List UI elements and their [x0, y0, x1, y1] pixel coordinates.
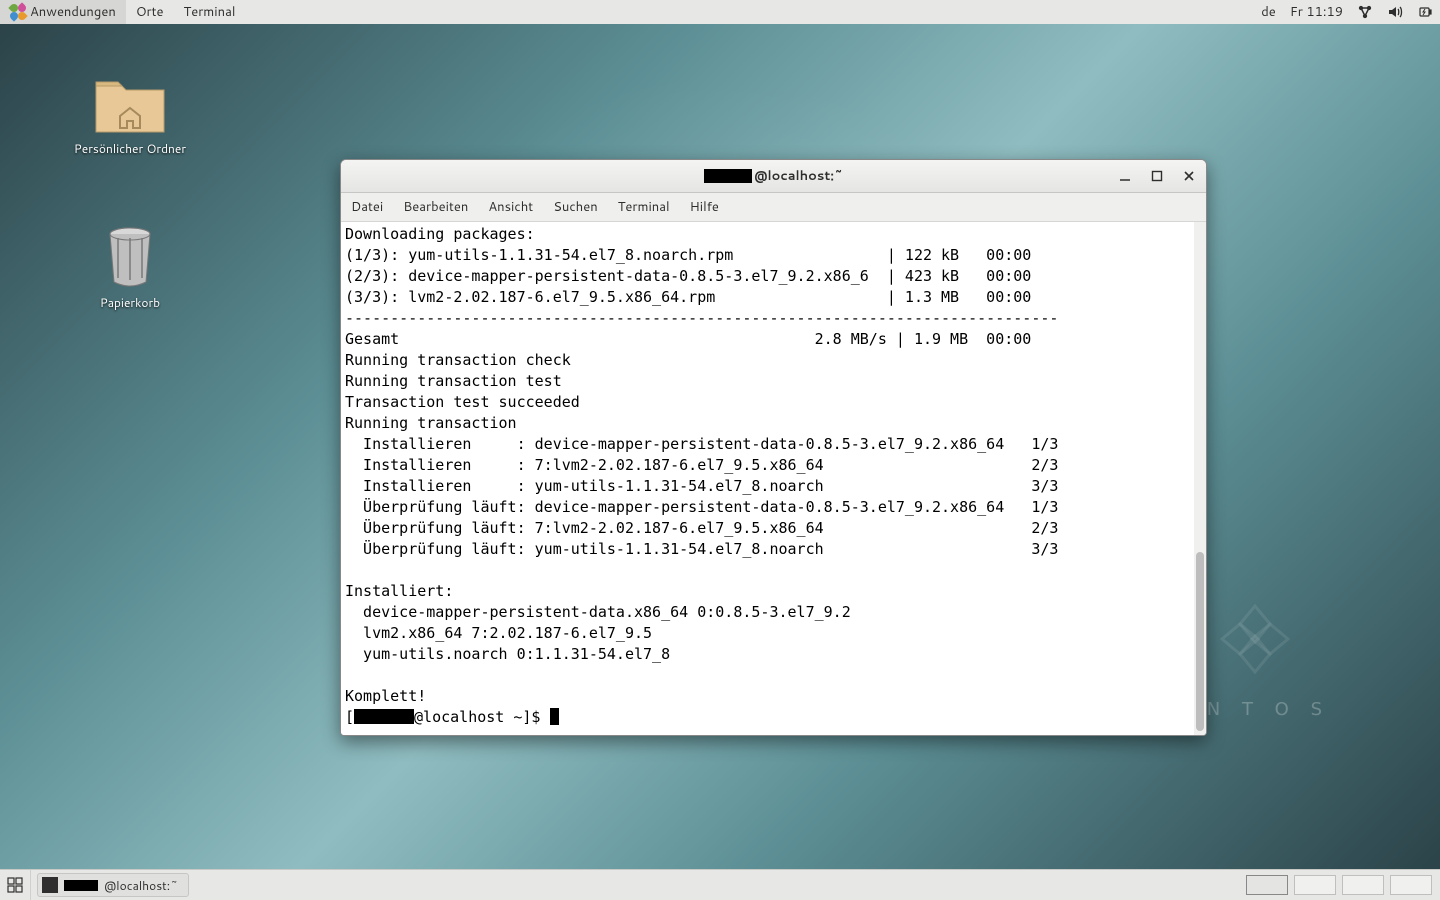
window-minimize-button[interactable]	[1114, 165, 1136, 187]
desktop[interactable]: Persönlicher Ordner Papierkorb C E N T O…	[0, 24, 1440, 870]
window-maximize-button[interactable]	[1146, 165, 1168, 187]
clock[interactable]: Fr 11:19	[1283, 0, 1350, 24]
menu-help[interactable]: Hilfe	[680, 193, 729, 221]
trash-icon	[70, 224, 190, 290]
workspace-4[interactable]	[1390, 875, 1432, 895]
gnome-foot-icon	[10, 4, 26, 20]
show-desktop-icon	[7, 877, 23, 893]
centos-logo-icon	[1220, 604, 1290, 680]
keyboard-layout-indicator[interactable]: de	[1254, 0, 1283, 24]
network-icon[interactable]	[1350, 0, 1380, 24]
terminal-titlebar[interactable]: @localhost:~	[341, 160, 1206, 193]
battery-icon[interactable]	[1410, 0, 1440, 24]
places-menu[interactable]: Orte	[126, 0, 174, 24]
terminal-app-menu[interactable]: Terminal	[174, 0, 246, 24]
bottom-panel: @localhost:~	[0, 869, 1440, 900]
show-desktop-button[interactable]	[0, 870, 31, 900]
terminal-menubar: Datei Bearbeiten Ansicht Suchen Terminal…	[341, 193, 1206, 222]
applications-menu-label: Anwendungen	[30, 3, 116, 21]
taskbar-entry-terminal[interactable]: @localhost:~	[37, 873, 189, 897]
workspace-2[interactable]	[1294, 875, 1336, 895]
window-close-button[interactable]	[1178, 165, 1200, 187]
trash-label: Papierkorb	[70, 294, 190, 311]
home-folder-desktop-icon[interactable]: Persönlicher Ordner	[70, 74, 190, 157]
home-folder-label: Persönlicher Ordner	[70, 140, 190, 157]
redacted-username	[704, 169, 752, 183]
terminal-window: @localhost:~ Datei Bearbeiten Ansicht Su…	[340, 159, 1207, 736]
redacted-username	[64, 880, 98, 891]
close-icon	[1183, 170, 1195, 182]
terminal-icon	[42, 877, 58, 893]
redacted-username	[354, 709, 414, 724]
terminal-title: @localhost:~	[704, 167, 843, 185]
applications-menu[interactable]: Anwendungen	[0, 0, 126, 24]
workspace-1[interactable]	[1246, 875, 1288, 895]
top-panel: Anwendungen Orte Terminal de Fr 11:19	[0, 0, 1440, 25]
workspace-3[interactable]	[1342, 875, 1384, 895]
menu-view[interactable]: Ansicht	[478, 193, 543, 221]
maximize-icon	[1151, 170, 1163, 182]
menu-terminal[interactable]: Terminal	[608, 193, 680, 221]
folder-home-icon	[70, 74, 190, 136]
minimize-icon	[1119, 170, 1131, 182]
scrollbar-thumb[interactable]	[1196, 552, 1204, 731]
terminal-cursor	[550, 708, 559, 725]
menu-file[interactable]: Datei	[341, 193, 393, 221]
volume-icon[interactable]	[1380, 0, 1410, 24]
terminal-output[interactable]: Downloading packages: (1/3): yum-utils-1…	[341, 222, 1206, 735]
menu-edit[interactable]: Bearbeiten	[393, 193, 478, 221]
trash-desktop-icon[interactable]: Papierkorb	[70, 224, 190, 311]
menu-search[interactable]: Suchen	[543, 193, 607, 221]
terminal-scrollbar[interactable]	[1194, 222, 1206, 735]
